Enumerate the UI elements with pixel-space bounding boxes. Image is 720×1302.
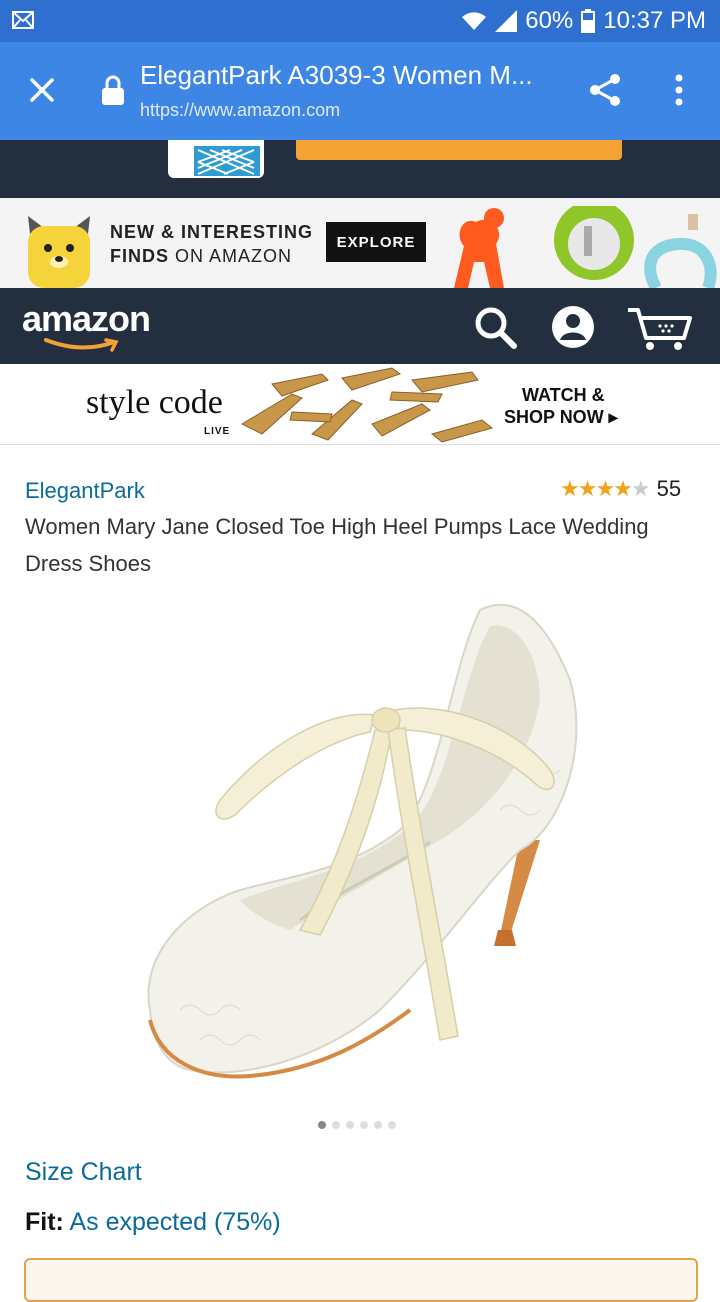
size-chart-link[interactable]: Size Chart [25, 1158, 142, 1187]
ad-headline: NEW & INTERESTING FINDS ON AMAZON [110, 220, 313, 268]
status-bar: 60% 10:37 PM [0, 0, 720, 42]
style-code-banner[interactable]: style code LIVE WATCH & SHOP NOW ▸ [0, 364, 720, 445]
carousel-dot[interactable] [332, 1121, 340, 1129]
carousel-dot[interactable] [318, 1121, 326, 1129]
ad-banner[interactable]: NEW & INTERESTING FINDS ON AMAZON EXPLOR… [0, 198, 720, 288]
signal-icon [495, 10, 518, 32]
watch-label: WATCH & [522, 385, 605, 405]
page-url[interactable]: https://www.amazon.com [140, 100, 340, 121]
clock: 10:37 PM [603, 7, 706, 34]
account-icon[interactable] [548, 302, 598, 352]
brand-link[interactable]: ElegantPark [25, 478, 145, 504]
partial-orange-button[interactable] [296, 140, 622, 160]
browser-toolbar: ElegantPark A3039-3 Women M... https://w… [0, 42, 720, 140]
carousel-dot[interactable] [388, 1121, 396, 1129]
page-title: ElegantPark A3039-3 Women M... [140, 60, 533, 90]
amazon-header: amazon [0, 288, 720, 364]
style-code-live-label: LIVE [204, 426, 231, 437]
search-icon[interactable] [470, 302, 520, 352]
amazon-logo-text: amazon [22, 298, 151, 339]
partial-selection-box[interactable] [24, 1258, 698, 1302]
carousel-dot[interactable] [346, 1121, 354, 1129]
amazon-logo[interactable]: amazon [22, 298, 151, 352]
fit-label: Fit: [25, 1208, 64, 1236]
carousel-dot[interactable] [360, 1121, 368, 1129]
shop-now-label: SHOP NOW ▸ [504, 407, 618, 427]
battery-icon [581, 9, 596, 33]
explore-button[interactable]: EXPLORE [326, 222, 426, 262]
cart-icon[interactable] [626, 302, 692, 352]
ad-products-graphic [454, 206, 717, 288]
gold-heels-graphic [240, 367, 494, 443]
scrolled-header-strip [0, 140, 720, 198]
style-code-logo-text: style code [86, 384, 223, 421]
ad-line-2-rest: ON AMAZON [169, 246, 293, 266]
ad-line-1: NEW & INTERESTING [110, 222, 314, 242]
lock-icon [102, 75, 124, 105]
fit-info: Fit: As expected (75%) [25, 1208, 281, 1237]
image-carousel-dots[interactable] [318, 1121, 396, 1129]
mail-notification-icon [12, 11, 34, 29]
product-image[interactable] [120, 590, 600, 1090]
carousel-dot[interactable] [374, 1121, 382, 1129]
ad-line-2-bold: FINDS [110, 246, 169, 266]
cat-toy-graphic [28, 216, 90, 288]
review-count: 55 [656, 476, 682, 501]
basket-icon [194, 146, 260, 176]
close-icon[interactable] [22, 70, 62, 110]
watch-shop-now-link[interactable]: WATCH & SHOP NOW ▸ [504, 384, 618, 428]
wifi-icon [462, 12, 487, 30]
amazon-smile-icon [44, 338, 119, 352]
fit-value-link[interactable]: As expected (75%) [69, 1208, 280, 1236]
overflow-menu-icon[interactable] [664, 70, 694, 110]
rating-summary[interactable]: ★★★★★ 55 [560, 476, 681, 502]
star-rating-icon: ★★★★★ [560, 476, 651, 501]
product-title: Women Mary Jane Closed Toe High Heel Pum… [25, 514, 649, 576]
cart-graphic [168, 140, 264, 178]
battery-percent: 60% [525, 7, 574, 34]
style-code-logo: style code LIVE [86, 384, 229, 437]
share-icon[interactable] [585, 70, 625, 110]
